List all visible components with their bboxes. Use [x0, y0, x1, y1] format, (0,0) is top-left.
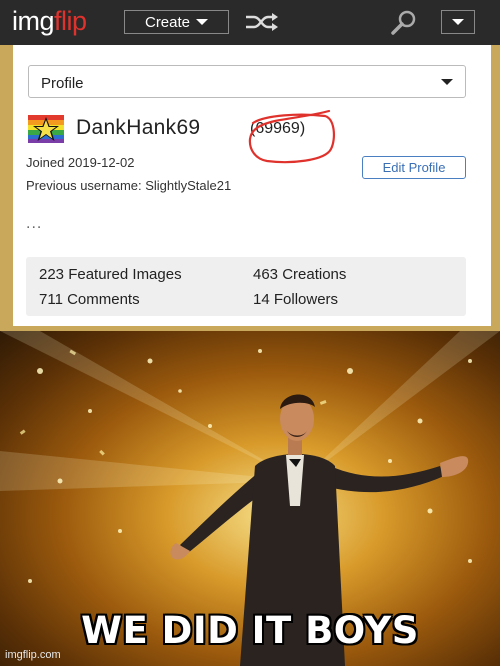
create-button-label: Create — [144, 13, 191, 31]
rainbow-star-flag-icon — [28, 115, 64, 143]
profile-stats-box: 223 Featured Images 463 Creations 711 Co… — [26, 257, 466, 316]
imgflip-logo[interactable]: imgflip — [12, 6, 87, 37]
chevron-down-icon — [196, 19, 209, 25]
search-icon[interactable] — [390, 10, 418, 36]
menu-dropdown-button[interactable] — [441, 10, 475, 34]
joined-date: Joined 2019-12-02 — [26, 155, 135, 170]
profile-select-value: Profile — [41, 75, 84, 92]
meme-caption: WE DID IT BOYS — [81, 609, 419, 652]
more-ellipsis[interactable]: ... — [26, 215, 42, 233]
chevron-down-icon — [452, 19, 464, 25]
profile-section-select[interactable]: Profile — [28, 65, 466, 98]
logo-part-img: img — [12, 6, 55, 36]
profile-screenshot: imgflip Create Profile DankHank69 (69969… — [0, 0, 500, 331]
stat-followers[interactable]: 14 Followers — [253, 291, 338, 308]
red-circle-annotation — [248, 109, 336, 164]
edit-profile-button[interactable]: Edit Profile — [362, 156, 466, 179]
previous-username: Previous username: SlightlyStale21 — [26, 178, 232, 193]
create-button[interactable]: Create — [124, 10, 229, 34]
profile-card: Profile DankHank69 (69969) Joined 2019-1… — [13, 45, 491, 326]
username: DankHank69 — [76, 116, 201, 139]
shuffle-icon[interactable] — [244, 12, 280, 32]
top-navbar: imgflip Create — [0, 0, 500, 45]
stat-comments[interactable]: 711 Comments — [39, 291, 140, 308]
stat-creations[interactable]: 463 Creations — [253, 266, 346, 283]
stat-featured-images[interactable]: 223 Featured Images — [39, 266, 182, 283]
imgflip-watermark: imgflip.com — [5, 649, 61, 661]
meme-image: WE DID IT BOYS imgflip.com — [0, 331, 500, 666]
chevron-down-icon — [441, 79, 453, 85]
logo-part-flip: flip — [54, 6, 87, 36]
